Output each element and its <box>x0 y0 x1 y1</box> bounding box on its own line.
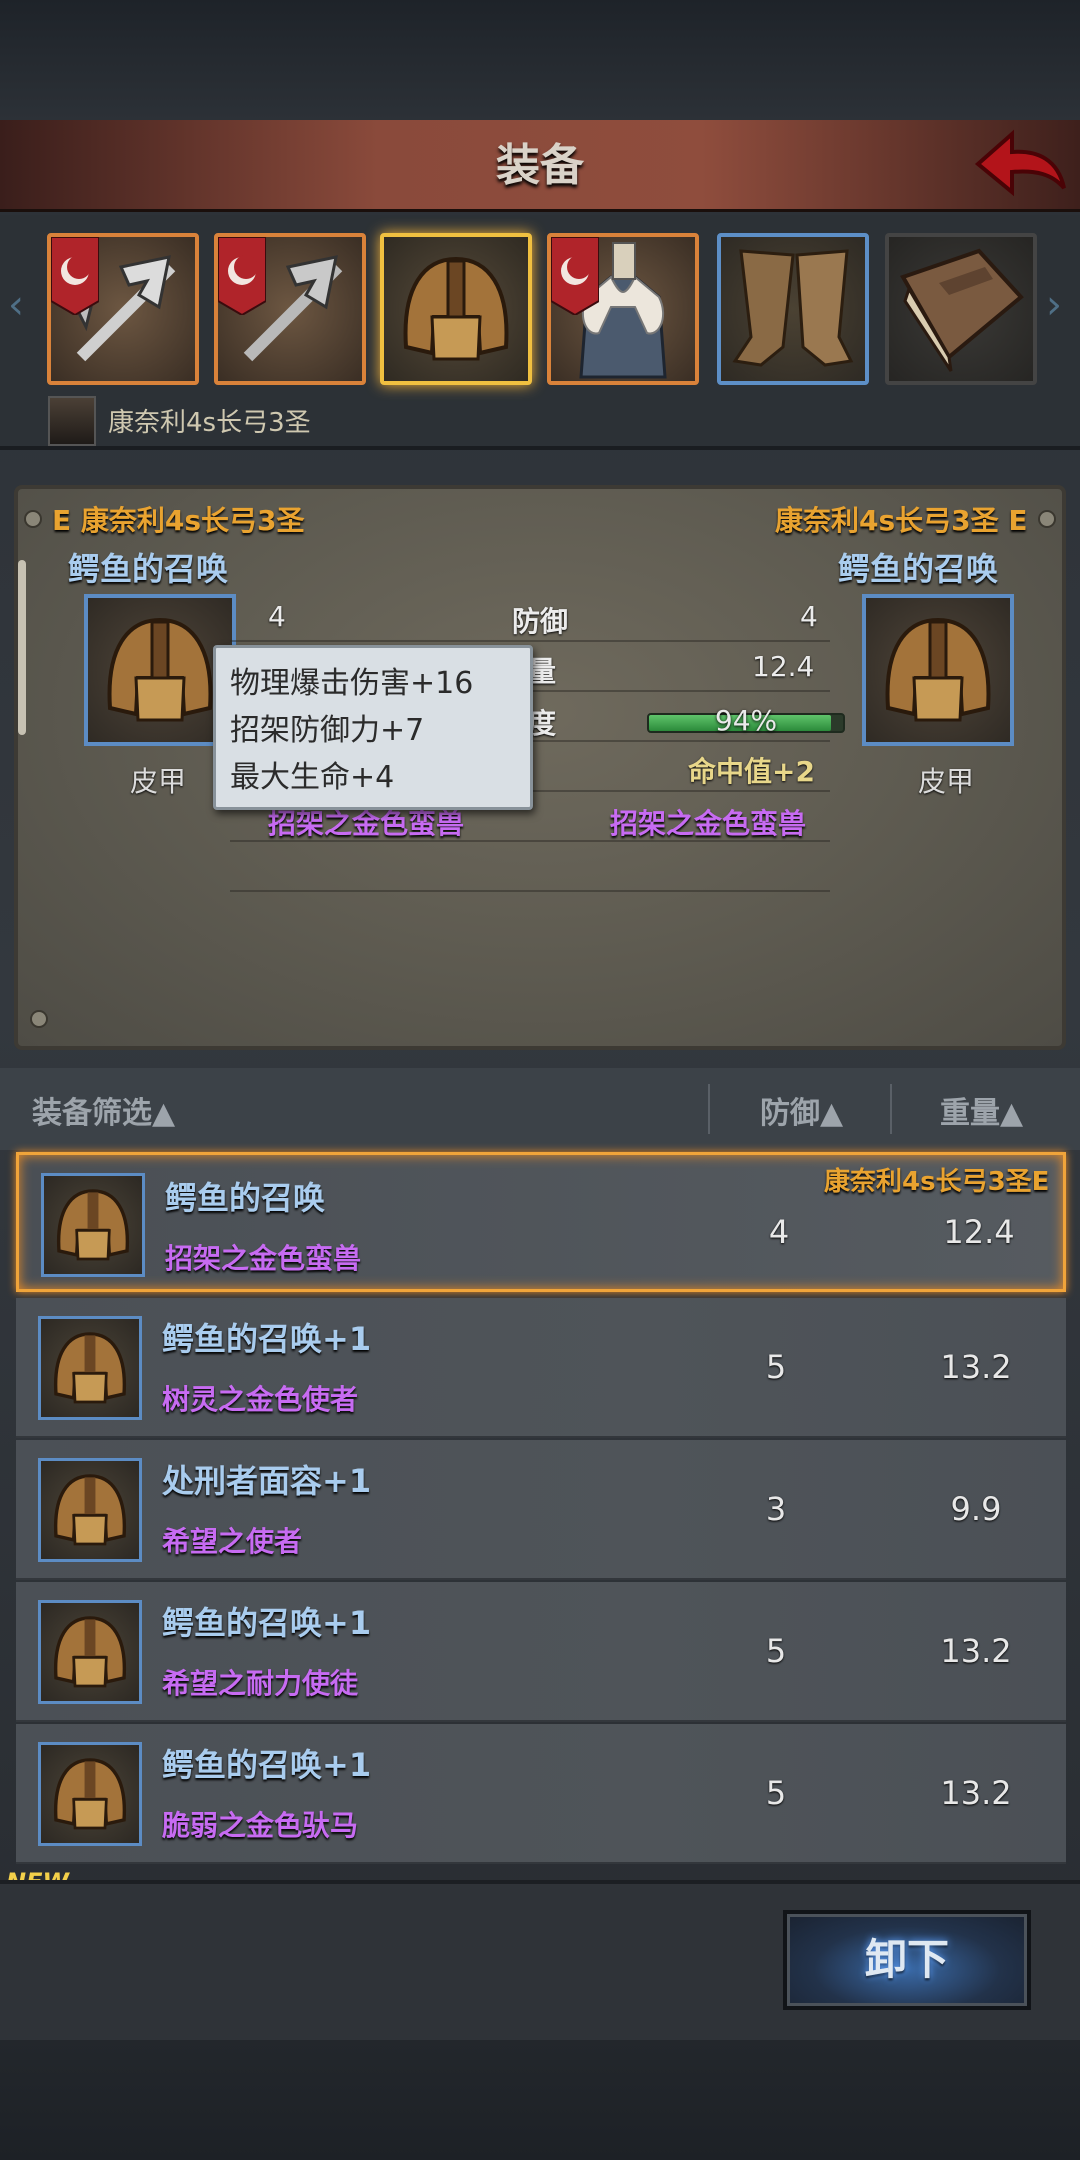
helmet-icon <box>885 617 991 722</box>
defense-label: 防御 <box>512 605 569 638</box>
left-owner: E 康奈利4s长弓3圣 <box>52 504 305 537</box>
helmet-icon <box>403 256 509 361</box>
crescent-banner-icon <box>51 237 99 315</box>
screw-icon <box>24 510 42 528</box>
book-slot[interactable] <box>885 233 1037 385</box>
stat-row-empty <box>230 842 830 892</box>
right-suffix: 招架之金色蛮兽 <box>610 807 807 840</box>
tooltip-line: 最大生命+4 <box>230 760 395 795</box>
row-item-suffix: 脆弱之金色驮马 <box>162 1809 359 1842</box>
row-defense: 4 <box>768 1213 790 1251</box>
row-item-name: 鳄鱼的召唤+1 <box>162 1746 372 1784</box>
list-item[interactable]: 鳄鱼的召唤 招架之金色蛮兽 4 12.4 康奈利4s长弓3圣E <box>16 1152 1066 1292</box>
helmet-icon <box>107 617 213 722</box>
back-arrow-icon <box>974 129 1066 197</box>
left-item-name: 鳄鱼的召唤 <box>68 550 229 588</box>
helmet-icon <box>53 1332 127 1404</box>
row-weight: 13.2 <box>940 1632 1012 1670</box>
row-item-suffix: 树灵之金色使者 <box>162 1383 359 1416</box>
list-item[interactable]: 鳄鱼的召唤+1 树灵之金色使者 5 13.2 <box>16 1298 1066 1438</box>
book-icon <box>900 248 1024 372</box>
row-defense: 5 <box>765 1632 787 1670</box>
helmet-icon <box>53 1474 127 1546</box>
durability-value: 94% <box>714 704 778 737</box>
weapon-slot-2[interactable] <box>214 233 366 385</box>
tooltip-line: 物理爆击伤害+16 <box>230 666 474 701</box>
crescent-banner-icon <box>551 237 599 315</box>
list-item[interactable]: 处刑者面容+1 希望之使者 3 9.9 <box>16 1440 1066 1580</box>
helmet-icon <box>53 1758 127 1830</box>
filter-sort-button[interactable]: 装备筛选▲ <box>32 1088 175 1132</box>
row-item-icon <box>41 1173 145 1277</box>
back-button[interactable] <box>970 124 1070 204</box>
slot-scroll-left-icon[interactable]: ‹ <box>8 280 38 330</box>
row-item-name: 鳄鱼的召唤 <box>165 1179 326 1217</box>
row-item-suffix: 招架之金色蛮兽 <box>165 1242 362 1275</box>
helmet-icon <box>53 1616 127 1688</box>
weapon-slot-1[interactable] <box>47 233 199 385</box>
right-item-name: 鳄鱼的召唤 <box>838 550 999 588</box>
helmet-icon <box>56 1189 130 1261</box>
right-item-type: 皮甲 <box>918 765 975 798</box>
crescent-banner-icon <box>218 237 266 315</box>
row-defense: 3 <box>765 1490 787 1528</box>
right-weight-value: 12.4 <box>752 650 815 683</box>
row-weight: 12.4 <box>943 1213 1015 1251</box>
right-bonus-stat: 命中值+2 <box>688 755 815 788</box>
boots-slot[interactable] <box>717 233 869 385</box>
armor-slot[interactable] <box>547 233 699 385</box>
row-item-icon <box>38 1316 142 1420</box>
left-item-type: 皮甲 <box>130 765 187 798</box>
left-defense-value: 4 <box>268 600 286 633</box>
header-divider <box>708 1084 710 1134</box>
list-item[interactable]: 鳄鱼的召唤+1 脆弱之金色驮马 5 13.2 <box>16 1724 1066 1864</box>
screw-icon <box>1038 510 1056 528</box>
row-item-name: 处刑者面容+1 <box>162 1462 372 1500</box>
row-weight: 13.2 <box>940 1774 1012 1812</box>
right-defense-value: 4 <box>800 600 818 633</box>
screw-icon <box>30 1010 48 1028</box>
right-owner: 康奈利4s长弓3圣 E <box>775 504 1028 537</box>
list-item[interactable]: 鳄鱼的召唤+1 希望之耐力使徒 5 13.2 <box>16 1582 1066 1722</box>
row-item-icon <box>38 1742 142 1846</box>
row-item-suffix: 希望之使者 <box>162 1525 303 1558</box>
row-item-suffix: 希望之耐力使徒 <box>162 1667 359 1700</box>
slot-scroll-right-icon[interactable]: › <box>1046 280 1076 330</box>
row-item-icon <box>38 1600 142 1704</box>
compare-scrollbar[interactable] <box>18 560 26 735</box>
boots-icon <box>732 249 854 367</box>
row-item-name: 鳄鱼的召唤+1 <box>162 1604 372 1642</box>
character-name: 康奈利4s长弓3圣 <box>108 408 311 438</box>
row-defense: 5 <box>765 1774 787 1812</box>
stat-tooltip: 物理爆击伤害+16 招架防御力+7 最大生命+4 <box>213 645 533 810</box>
page-title: 装备 <box>496 140 584 191</box>
row-defense: 5 <box>765 1348 787 1386</box>
defense-sort-button[interactable]: 防御▲ <box>760 1088 843 1132</box>
character-avatar <box>48 396 96 446</box>
row-weight: 9.9 <box>950 1490 1002 1528</box>
helmet-slot[interactable] <box>380 233 532 385</box>
header-divider <box>890 1084 892 1134</box>
tooltip-line: 招架防御力+7 <box>230 713 425 748</box>
row-item-icon <box>38 1458 142 1562</box>
weight-sort-button[interactable]: 重量▲ <box>940 1088 1023 1132</box>
row-item-name: 鳄鱼的召唤+1 <box>162 1320 372 1358</box>
unequip-button[interactable]: 卸下 <box>783 1910 1031 2010</box>
right-item-icon <box>862 594 1014 746</box>
row-weight: 13.2 <box>940 1348 1012 1386</box>
row-owner: 康奈利4s长弓3圣E <box>824 1167 1050 1197</box>
